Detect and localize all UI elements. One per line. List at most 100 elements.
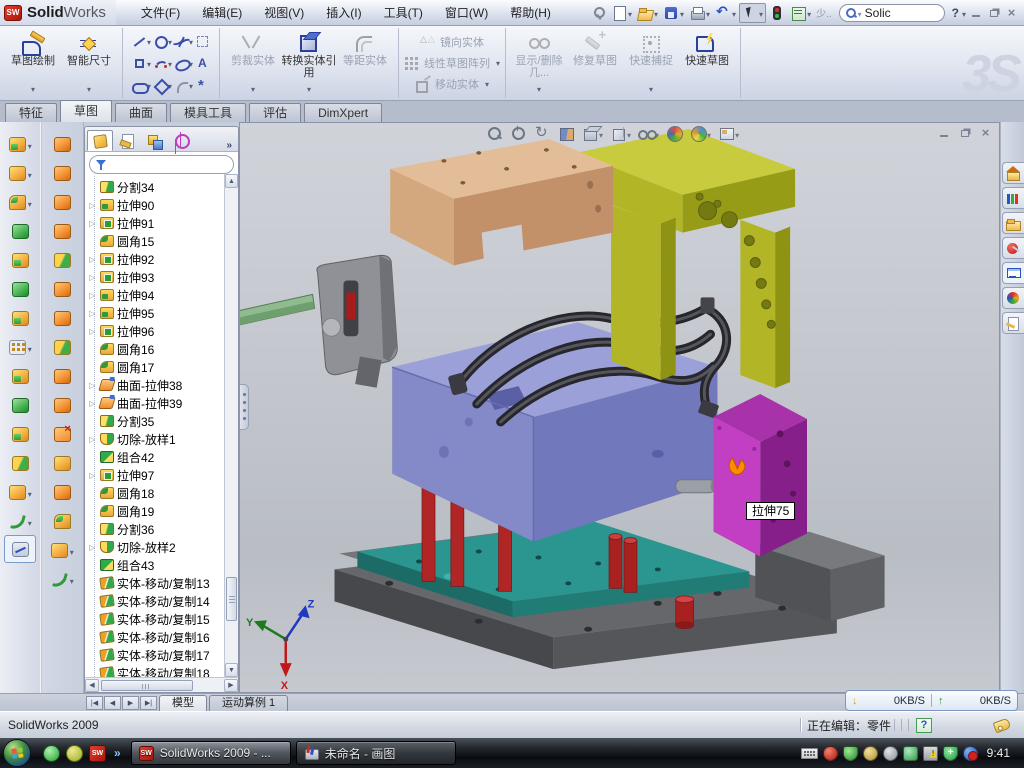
quick-launch-overflow[interactable]: » [114, 746, 121, 760]
sketch-entity-button-rectangle[interactable] [132, 52, 151, 74]
graphics-viewport[interactable]: Y Z X [239, 122, 1000, 693]
tray-icon-shield-green[interactable] [843, 746, 858, 761]
dropdown-caret-icon[interactable] [70, 573, 74, 587]
feature-tree-item[interactable]: 组合43 [89, 556, 238, 574]
toolbar-button-boundary-boss[interactable] [42, 246, 84, 275]
toolbar-button-combine-bodies[interactable] [0, 420, 41, 449]
sketch-entity-button-ellipse[interactable] [174, 52, 193, 74]
quickbar-button-traffic-light[interactable] [767, 3, 787, 23]
toolbar-button-spline-tool[interactable] [42, 565, 84, 594]
quickbar-button-new-doc[interactable] [609, 3, 634, 23]
doc-restore-button[interactable] [956, 125, 973, 140]
tray-icon-shield-plus[interactable] [943, 746, 958, 761]
expand-arrow-icon[interactable] [89, 543, 100, 552]
dropdown-caret-icon[interactable] [707, 127, 711, 141]
toolbar-button-revolved-cut[interactable] [42, 159, 84, 188]
toolbar-button-reference-point2[interactable] [42, 536, 84, 565]
dropdown-caret-icon[interactable] [732, 6, 736, 20]
expand-arrow-icon[interactable] [89, 273, 100, 282]
toolbar-button-extruded-boss[interactable] [0, 130, 41, 159]
hud-button-display-style[interactable] [610, 125, 631, 142]
sketch-entity-button-sketch-text[interactable] [195, 52, 210, 74]
panel-splitter-handle[interactable] [240, 384, 249, 430]
dropdown-caret-icon[interactable] [147, 34, 151, 48]
scroll-right-icon[interactable]: ▶ [224, 679, 238, 692]
taskbar-window-button[interactable]: 未命名 - 画图 [296, 741, 456, 765]
feature-tree-item[interactable]: 拉伸97 [89, 466, 238, 484]
hud-button-zoom-fit[interactable] [486, 125, 503, 142]
tree-horizontal-scrollbar[interactable]: ◀ ▶ [85, 677, 238, 692]
quickbar-button-pin[interactable] [588, 3, 608, 23]
taskbar-window-button[interactable]: SW SolidWorks 2009 - ... [131, 741, 291, 765]
tray-icon-sync-blue[interactable] [963, 746, 978, 761]
app-minimize-button[interactable] [967, 5, 984, 20]
sketch-entity-button-sketch-fillet[interactable] [174, 74, 193, 96]
dropdown-caret-icon[interactable] [627, 127, 631, 141]
dropdown-caret-icon[interactable] [28, 196, 32, 210]
toolbar-button-extruded-cut[interactable] [0, 159, 41, 188]
toolbar-button-dome[interactable] [42, 275, 84, 304]
feature-tree-item[interactable]: 实体-移动/复制14 [89, 592, 238, 610]
sketch-entity-button-polygon[interactable] [153, 74, 172, 96]
feature-tree-item[interactable]: 实体-移动/复制16 [89, 628, 238, 646]
task-pane-button-view-palette[interactable] [1002, 262, 1024, 284]
command-button-quick-snaps[interactable]: 快速捕捉 [623, 30, 679, 96]
sketch-entity-button-arc[interactable] [153, 52, 172, 74]
command-row-mirror-entities[interactable]: 镜向实体 [420, 32, 484, 52]
menu-item[interactable]: 工具(T) [373, 4, 434, 21]
task-pane-button-solidworks-resources[interactable] [1002, 162, 1024, 184]
menu-item[interactable]: 插入(I) [315, 4, 372, 21]
feature-tree-item[interactable]: 拉伸90 [89, 196, 238, 214]
panel-tab-configuration-manager[interactable] [141, 130, 167, 151]
tray-icon-security-red[interactable] [823, 746, 838, 761]
first-tab-button[interactable]: |◀ [86, 696, 103, 710]
tree-filter-input[interactable] [89, 155, 234, 174]
feature-tree-item[interactable]: 分割35 [89, 412, 238, 430]
quick-launch-icon-antivirus[interactable] [66, 745, 83, 762]
feature-tree-item[interactable]: 拉伸95 [89, 304, 238, 322]
dropdown-caret-icon[interactable] [28, 341, 32, 355]
part-core-pin[interactable] [676, 480, 719, 493]
search-box[interactable]: Solic [839, 4, 945, 22]
doc-minimize-button[interactable] [935, 125, 952, 140]
toolbar-button-rib[interactable] [0, 362, 41, 391]
panel-tab-feature-manager[interactable] [87, 130, 113, 151]
toolbar-button-fillet[interactable] [0, 188, 41, 217]
command-row-move-entities[interactable]: 移动实体 [415, 74, 489, 94]
task-pane-button-design-library[interactable] [1002, 187, 1024, 209]
prev-tab-button[interactable]: ◀ [104, 696, 121, 710]
toolbar-button-lofted-cut[interactable] [42, 217, 84, 246]
document-tab[interactable]: 模型 [159, 695, 207, 711]
expand-arrow-icon[interactable] [89, 219, 100, 228]
ribbon-tab[interactable]: 模具工具 [170, 103, 246, 122]
next-tab-button[interactable]: ▶ [122, 696, 139, 710]
dropdown-caret-icon[interactable] [189, 78, 193, 92]
command-button-sketch-pencil[interactable]: 草图绘制 [5, 30, 61, 96]
expand-arrow-icon[interactable] [89, 327, 100, 336]
3d-model[interactable]: Y Z X [240, 123, 999, 692]
feature-tree-item[interactable]: 曲面-拉伸38 [89, 376, 238, 394]
toolbar-button-instant3d[interactable] [5, 536, 35, 562]
dropdown-caret-icon[interactable] [168, 34, 172, 48]
menu-item[interactable]: 文件(F) [130, 4, 191, 21]
toolbar-button-fillet-surface[interactable] [42, 507, 84, 536]
command-button-trim[interactable]: 剪裁实体 [225, 30, 281, 96]
expand-arrow-icon[interactable] [89, 255, 100, 264]
feature-tree-item[interactable]: 分割36 [89, 520, 238, 538]
last-tab-button[interactable]: ▶| [140, 696, 157, 710]
feature-tree-item[interactable]: 拉伸92 [89, 250, 238, 268]
menu-item[interactable]: 窗口(W) [434, 4, 499, 21]
hud-button-hide-show-items[interactable] [638, 125, 659, 142]
hud-button-section-view[interactable] [558, 125, 575, 142]
quick-launch-icon-solidworks[interactable]: SW [89, 745, 106, 762]
toolbar-button-lofted-boss[interactable] [0, 246, 41, 275]
dropdown-caret-icon[interactable] [189, 34, 193, 48]
command-button-rapid-sketch[interactable]: 快速草图 [679, 30, 735, 96]
tag-icon[interactable] [993, 717, 1012, 733]
dropdown-caret-icon[interactable] [28, 167, 32, 181]
ribbon-tab[interactable]: 曲面 [115, 103, 167, 122]
feature-tree-item[interactable]: 圆角17 [89, 358, 238, 376]
dropdown-caret-icon[interactable] [496, 57, 500, 69]
app-close-button[interactable]: × [1003, 5, 1020, 20]
command-button-display-delete[interactable]: 显示/删除几... [511, 30, 567, 96]
